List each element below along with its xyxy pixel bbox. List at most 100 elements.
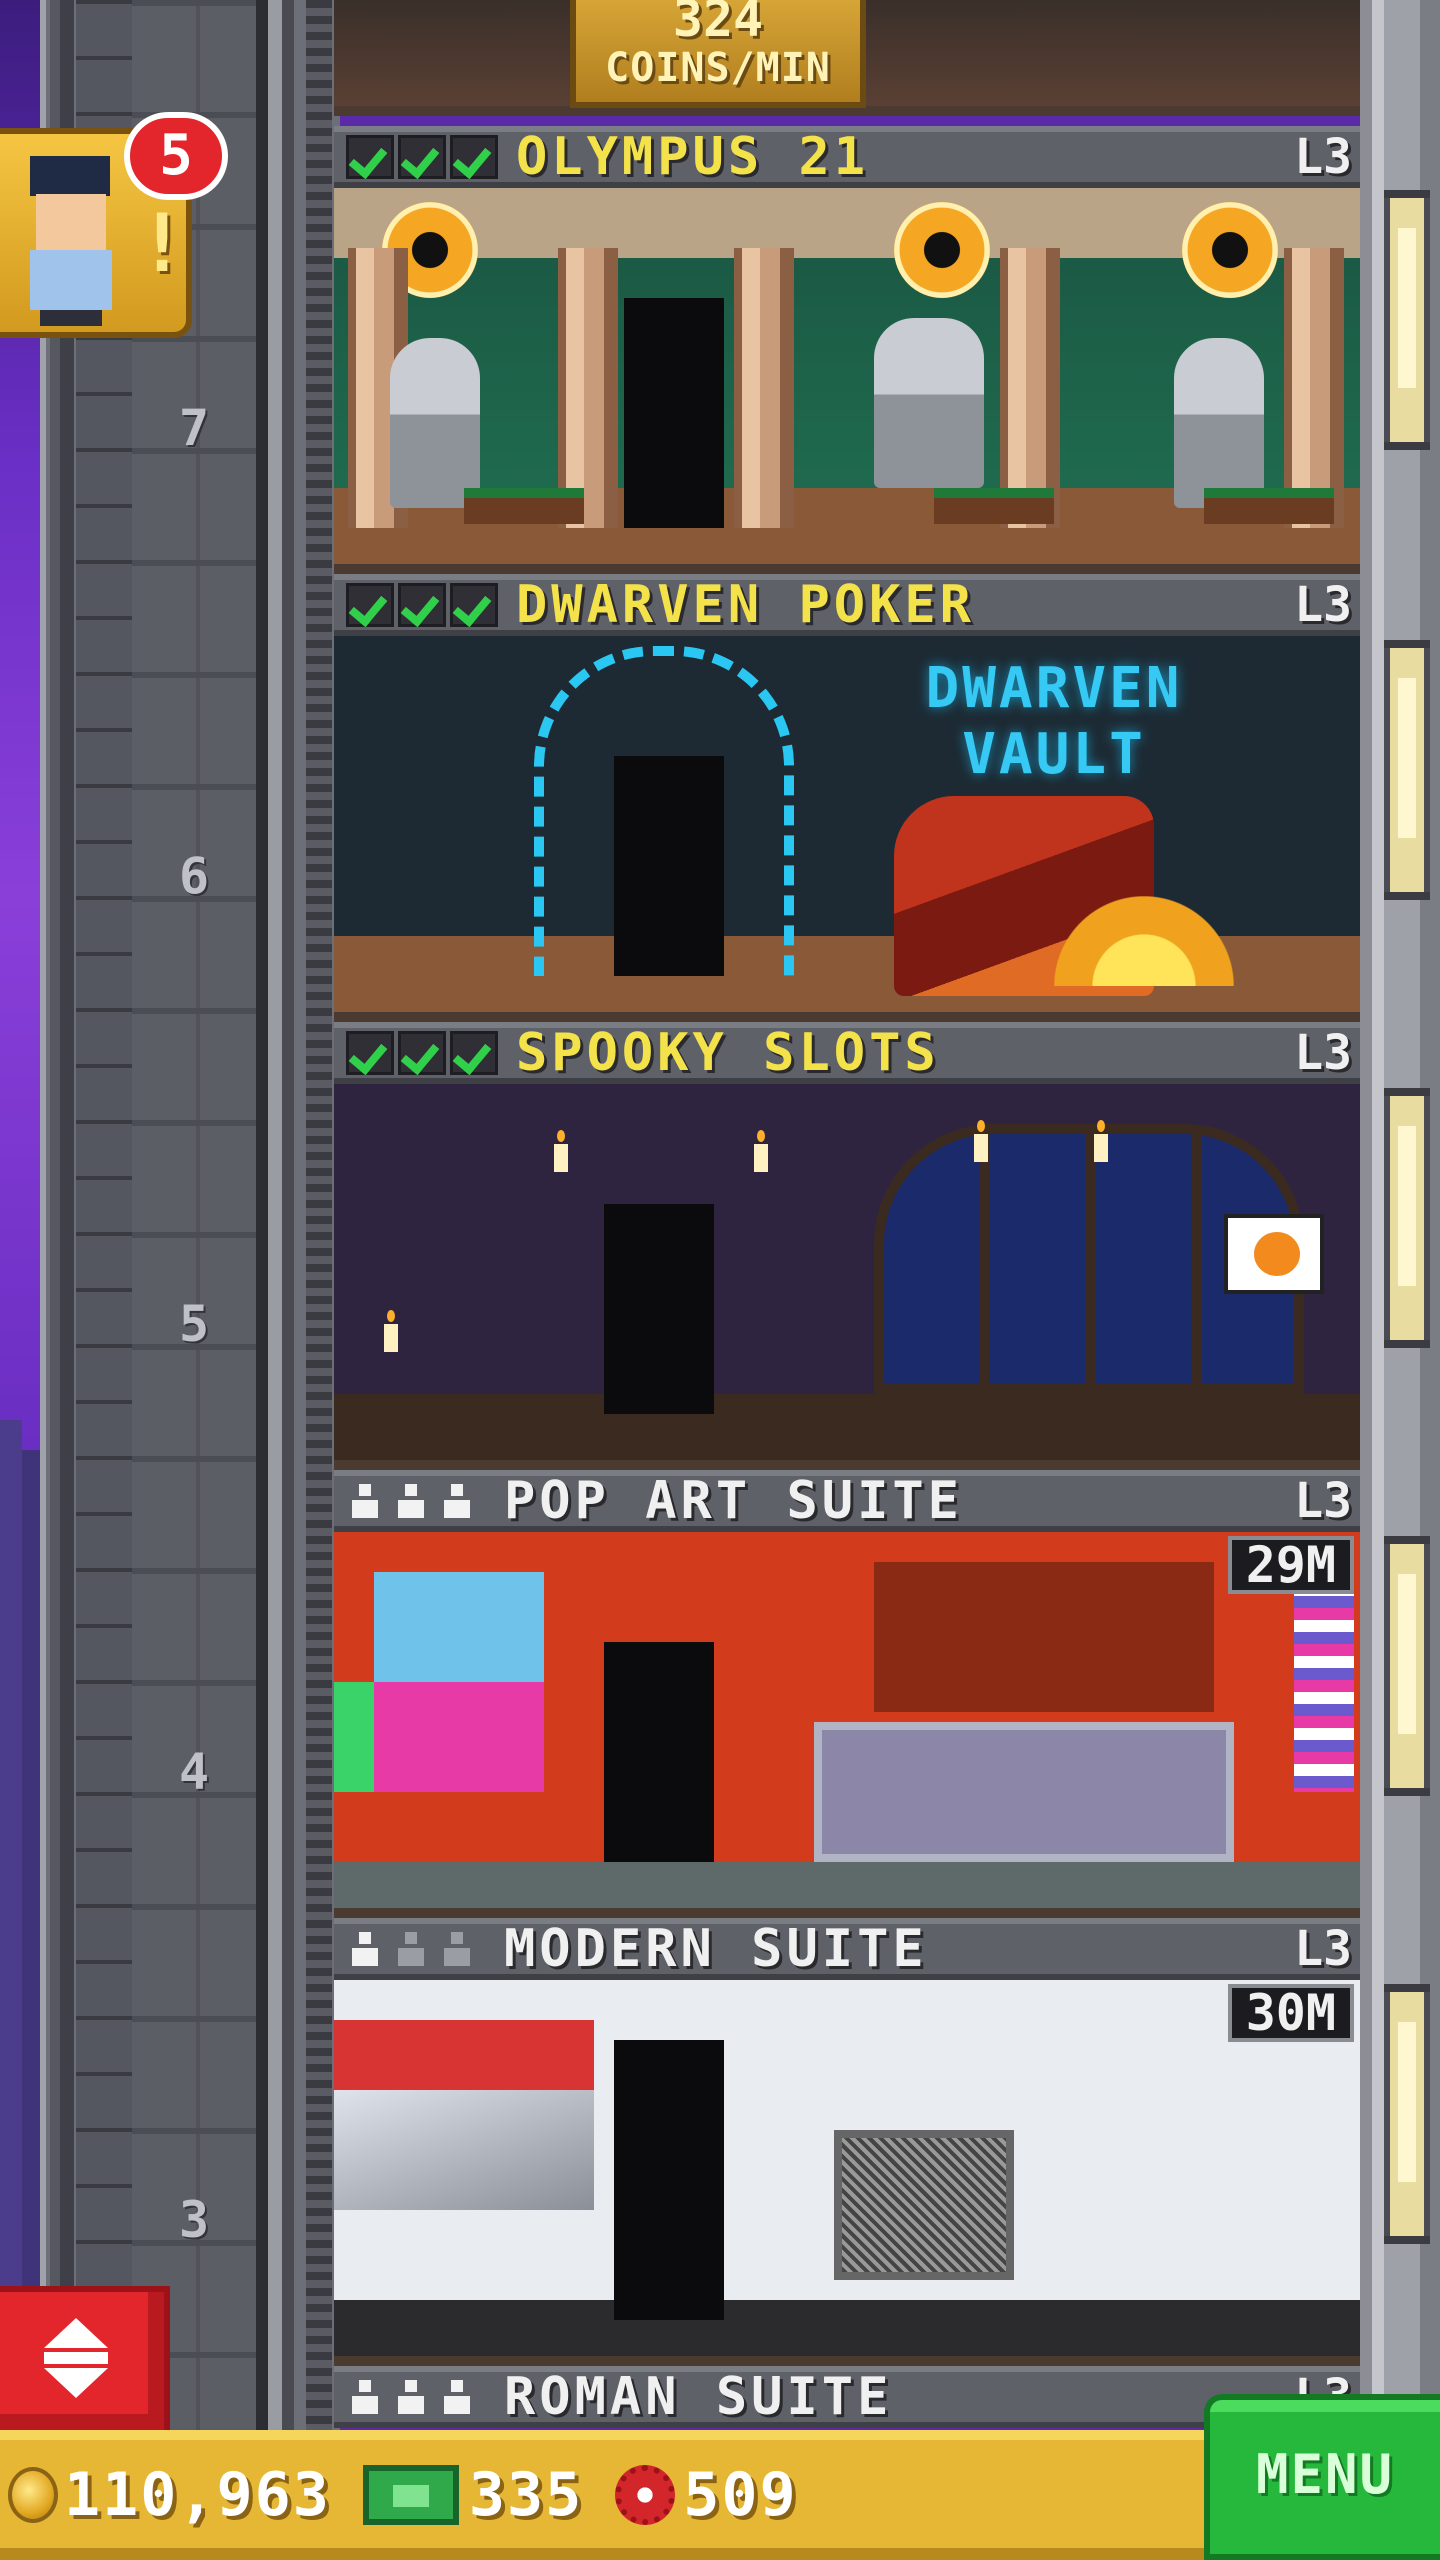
candle <box>754 1130 768 1172</box>
shaft-edge <box>306 0 332 2450</box>
room-dwarven[interactable]: DWARVEN VAULT <box>334 636 1360 1022</box>
floor-pop-art-suite[interactable]: POP ART SUITE L3 29M <box>334 1470 1360 1918</box>
shaft-divider <box>282 0 294 2450</box>
pumpkin-speech-bubble[interactable] <box>1224 1214 1324 1294</box>
floor-level: L3 <box>1294 577 1352 633</box>
pillar <box>1000 248 1060 528</box>
floor-dwarven-poker[interactable]: DWARVEN POKER L3 DWARVEN VAULT <box>334 574 1360 1022</box>
floor-label-bar: SPOOKY SLOTS L3 <box>334 1022 1360 1084</box>
staff-checkmarks <box>346 1031 502 1075</box>
room-olympus[interactable] <box>334 188 1360 574</box>
shaft-rail <box>40 0 74 2450</box>
pillar <box>558 248 618 528</box>
floor-level: L3 <box>1294 1473 1352 1529</box>
candle <box>1094 1120 1108 1162</box>
tokens-stat[interactable]: 509 <box>591 2460 797 2530</box>
statue <box>1174 338 1264 508</box>
occupant-indicators <box>352 1932 490 1966</box>
bux-stat[interactable]: 335 <box>339 2460 583 2530</box>
pop-art-painting <box>374 1682 544 1792</box>
floor-number-3[interactable]: 3 <box>170 2192 218 2248</box>
arrow-down-icon <box>44 2368 108 2398</box>
coin-rate-display[interactable]: 324 COINS/MIN <box>570 0 866 108</box>
person-icon <box>398 1484 424 1518</box>
card-table <box>1204 488 1334 524</box>
statue <box>390 338 480 508</box>
elevator-door <box>604 1204 714 1414</box>
room-pop-art[interactable]: 29M <box>334 1532 1360 1918</box>
tower-window <box>1384 640 1430 900</box>
floor-name: SPOOKY SLOTS <box>516 1023 940 1083</box>
floor-number-5[interactable]: 5 <box>170 1296 218 1352</box>
bux-value: 335 <box>468 2460 584 2530</box>
floor-level: L3 <box>1294 1025 1352 1081</box>
vault-sign: DWARVEN VAULT <box>925 656 1183 787</box>
floor-number-7[interactable]: 7 <box>170 400 218 456</box>
checkmark-icon <box>450 1031 498 1075</box>
pillar <box>734 248 794 528</box>
bux-icon <box>362 2465 459 2525</box>
elevator-cable <box>256 0 268 2450</box>
person-icon <box>352 1932 378 1966</box>
tv-screen <box>834 2130 1014 2280</box>
wall-panel <box>334 2090 594 2210</box>
rent-timer: 30M <box>1227 1984 1354 2042</box>
card-table <box>464 488 584 524</box>
checkmark-icon <box>346 1031 394 1075</box>
card-medallion-icon <box>1182 202 1278 298</box>
rent-timer: 29M <box>1227 1536 1354 1594</box>
floor-level: L3 <box>1294 129 1352 185</box>
floor-name: OLYMPUS 21 <box>516 127 870 187</box>
coins-value: 110,963 <box>64 2460 331 2530</box>
floor-name: MODERN SUITE <box>504 1919 928 1979</box>
floor-name: DWARVEN POKER <box>516 575 975 635</box>
notification-badge: 5 <box>124 112 228 200</box>
floor-label-bar: POP ART SUITE L3 <box>334 1470 1360 1532</box>
checkmark-icon <box>450 135 498 179</box>
gold-pile <box>1054 896 1234 986</box>
token-icon <box>615 2465 676 2525</box>
floor-level: L3 <box>1294 1921 1352 1977</box>
tower-window <box>1384 1984 1430 2244</box>
checkmark-icon <box>398 1031 446 1075</box>
staff-checkmarks <box>346 583 502 627</box>
floor-number-4[interactable]: 4 <box>170 1744 218 1800</box>
coin-icon <box>8 2467 58 2523</box>
floor-label-bar: OLYMPUS 21 L3 <box>334 126 1360 188</box>
elevator-button[interactable] <box>0 2286 170 2436</box>
coins-stat[interactable]: 110,963 <box>8 2460 331 2530</box>
floor-number-6[interactable]: 6 <box>170 848 218 904</box>
checkmark-icon <box>398 135 446 179</box>
floor-olympus-21[interactable]: OLYMPUS 21 L3 <box>334 126 1360 574</box>
person-icon <box>444 1484 470 1518</box>
arrow-up-icon <box>44 2318 108 2348</box>
floor-name: POP ART SUITE <box>504 1471 963 1531</box>
pop-art-painting <box>374 1572 544 1682</box>
elevator-door <box>604 1642 714 1862</box>
menu-button[interactable]: MENU <box>1204 2394 1440 2560</box>
room-modern[interactable]: 30M <box>334 1980 1360 2366</box>
floor-spooky-slots[interactable]: SPOOKY SLOTS L3 <box>334 1022 1360 1470</box>
room-spooky[interactable] <box>334 1084 1360 1470</box>
pillar <box>1284 248 1344 528</box>
person-icon <box>444 1932 470 1966</box>
card-table <box>934 488 1054 524</box>
person-icon <box>352 1484 378 1518</box>
wall-stripe <box>334 2020 594 2090</box>
elevator-door <box>624 298 724 528</box>
checkmark-icon <box>346 583 394 627</box>
staff-checkmarks <box>346 135 502 179</box>
floor-label-bar: MODERN SUITE L3 <box>334 1918 1360 1980</box>
person-icon <box>352 2380 378 2414</box>
candle <box>554 1130 568 1172</box>
floor-modern-suite[interactable]: MODERN SUITE L3 30M <box>334 1918 1360 2366</box>
tokens-value: 509 <box>683 2460 798 2530</box>
person-icon <box>398 1932 424 1966</box>
candle <box>974 1120 988 1162</box>
elevator-updown-icon <box>44 2352 108 2364</box>
coin-rate-unit: COINS/MIN <box>605 45 831 91</box>
shelf <box>874 1562 1214 1712</box>
candle <box>384 1310 398 1352</box>
elevator-door <box>614 2040 724 2320</box>
coin-rate-value: 324 <box>672 0 764 48</box>
